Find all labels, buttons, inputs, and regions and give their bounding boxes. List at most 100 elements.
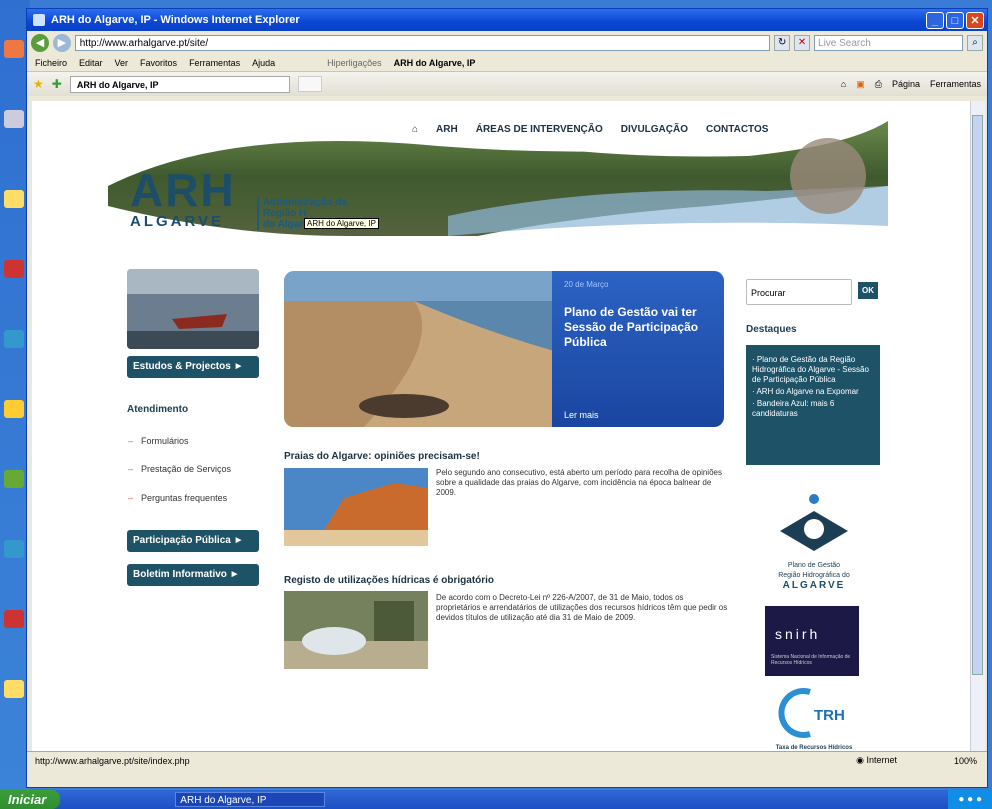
search-icon[interactable]: ⌕ bbox=[967, 35, 983, 51]
desktop-icon[interactable] bbox=[4, 470, 24, 488]
home-icon[interactable]: ⌂ bbox=[841, 79, 846, 90]
vertical-scrollbar[interactable] bbox=[970, 101, 985, 758]
destaque-item[interactable]: · Bandeira Azul: mais 6 candidaturas bbox=[752, 399, 874, 419]
logo-subtitle-line: Administração da bbox=[263, 197, 347, 208]
plano-text: Região Hidrográfica do bbox=[778, 572, 850, 579]
window-title: ARH do Algarve, IP - Windows Internet Ex… bbox=[51, 14, 300, 26]
menu-edit[interactable]: Editar bbox=[79, 58, 103, 68]
tools-menu[interactable]: Ferramentas bbox=[930, 79, 981, 90]
search-input[interactable]: Live Search bbox=[814, 35, 964, 51]
taskbar: Iniciar ARH do Algarve, IP ● ● ● bbox=[0, 790, 992, 809]
atendimento-item[interactable]: – Perguntas frequentes bbox=[128, 493, 227, 503]
system-tray: ● ● ● bbox=[948, 790, 992, 809]
read-more-link[interactable]: Ler mais bbox=[564, 410, 599, 420]
atendimento-item-label: Perguntas frequentes bbox=[141, 493, 228, 503]
atendimento-item[interactable]: – Prestação de Serviços bbox=[128, 464, 231, 474]
nav-divulgacao[interactable]: DIVULGAÇÃO bbox=[621, 124, 688, 135]
desktop-icon[interactable] bbox=[4, 110, 24, 128]
desktop: ARH do Algarve, IP - Windows Internet Ex… bbox=[0, 0, 992, 809]
menu-favorites[interactable]: Favoritos bbox=[140, 58, 177, 68]
participacao-publica-button[interactable]: Participação Pública ► bbox=[127, 530, 259, 552]
feature-date: 20 de Março bbox=[564, 280, 609, 289]
destaque-item[interactable]: · Plano de Gestão da Região Hidrográfica… bbox=[752, 355, 874, 385]
menu-bar: Ficheiro Editar Ver Favoritos Ferramenta… bbox=[27, 55, 987, 71]
desktop-icon[interactable] bbox=[4, 40, 24, 58]
desktop-icon[interactable] bbox=[4, 400, 24, 418]
atendimento-item[interactable]: – Formulários bbox=[128, 436, 189, 446]
maximize-button[interactable]: □ bbox=[946, 11, 964, 29]
menu-file[interactable]: Ficheiro bbox=[35, 58, 67, 68]
minimize-button[interactable]: _ bbox=[926, 11, 944, 29]
desktop-icon[interactable] bbox=[4, 680, 24, 698]
print-icon[interactable]: ⎙ bbox=[875, 79, 882, 90]
plano-gestao-icon bbox=[780, 494, 848, 551]
article-title[interactable]: Registo de utilizações hídricas é obriga… bbox=[284, 575, 494, 586]
title-bar[interactable]: ARH do Algarve, IP - Windows Internet Ex… bbox=[27, 9, 987, 31]
status-bar: http://www.arhalgarve.pt/site/index.php … bbox=[27, 751, 987, 769]
plano-text: Plano de Gestão bbox=[787, 562, 841, 569]
menu-help[interactable]: Ajuda bbox=[252, 58, 275, 68]
plano-algarve: ALGARVE bbox=[782, 580, 846, 591]
nav-arh[interactable]: ARH bbox=[436, 124, 458, 135]
new-tab-button[interactable] bbox=[297, 76, 322, 92]
home-icon[interactable]: ⌂ bbox=[412, 124, 418, 135]
desktop-icon[interactable] bbox=[4, 330, 24, 348]
logo-algarve: ALGARVE bbox=[130, 213, 225, 230]
search-field[interactable]: Procurar bbox=[746, 279, 852, 305]
plano-gestao-logo[interactable]: Plano de Gestão Região Hidrográfica do A… bbox=[770, 491, 858, 597]
links-label: Hiperligações bbox=[327, 58, 382, 68]
desktop-icon[interactable] bbox=[4, 540, 24, 558]
menu-view[interactable]: Ver bbox=[115, 58, 129, 68]
page-menu[interactable]: Página bbox=[892, 79, 920, 90]
stop-button[interactable]: ✕ bbox=[794, 35, 811, 51]
logo-arh: ARH bbox=[130, 164, 236, 216]
site-logo[interactable]: ARH ALGARVE bbox=[130, 167, 236, 230]
trh-title: TRH bbox=[814, 707, 845, 724]
address-bar[interactable]: http://www.arhalgarve.pt/site/ bbox=[74, 35, 771, 51]
snirh-title: snirh bbox=[775, 626, 821, 642]
links-item[interactable]: ARH do Algarve, IP bbox=[394, 58, 476, 68]
browser-window: ARH do Algarve, IP - Windows Internet Ex… bbox=[26, 8, 988, 788]
snirh-logo[interactable]: snirh Sistema Nacional de Informação de … bbox=[765, 606, 859, 676]
trh-logo[interactable]: TRH Taxa de Recursos Hídricos bbox=[770, 686, 858, 754]
estudos-photo[interactable] bbox=[127, 269, 259, 349]
feeds-icon[interactable]: ▣ bbox=[856, 79, 865, 90]
command-bar: ⌂ ▣ ⎙ Página Ferramentas bbox=[841, 79, 981, 90]
start-button[interactable]: Iniciar bbox=[0, 790, 61, 809]
article-photo[interactable] bbox=[284, 468, 428, 546]
feature-banner[interactable]: 20 de Março Plano de Gestão vai ter Sess… bbox=[284, 271, 724, 427]
refresh-button[interactable]: ↻ bbox=[774, 35, 791, 51]
menu-tools[interactable]: Ferramentas bbox=[189, 58, 240, 68]
zoom-level[interactable]: 100% bbox=[954, 756, 977, 766]
web-page: ⌂ ARH ÁREAS DE INTERVENÇÃO DIVULGAÇÃO CO… bbox=[32, 101, 972, 758]
nav-contactos[interactable]: CONTACTOS bbox=[706, 124, 768, 135]
forward-button[interactable]: ▶ bbox=[52, 34, 71, 52]
taskbar-item[interactable]: ARH do Algarve, IP bbox=[175, 792, 326, 807]
article-title[interactable]: Praias do Algarve: opiniões precisam-se! bbox=[284, 451, 480, 462]
scroll-thumb[interactable] bbox=[972, 115, 983, 675]
search-ok-button[interactable]: OK bbox=[858, 282, 878, 299]
browser-tab[interactable]: ARH do Algarve, IP bbox=[69, 75, 290, 93]
desktop-icon[interactable] bbox=[4, 190, 24, 208]
destaque-item[interactable]: · ARH do Algarve na Expomar bbox=[752, 387, 874, 397]
favorites-star-icon[interactable]: ★ bbox=[33, 77, 44, 91]
top-navigation: ⌂ ARH ÁREAS DE INTERVENÇÃO DIVULGAÇÃO CO… bbox=[412, 124, 768, 135]
window-controls: _ □ ✕ bbox=[926, 11, 984, 29]
globe-icon: ◉ bbox=[856, 755, 867, 765]
nav-areas[interactable]: ÁREAS DE INTERVENÇÃO bbox=[476, 124, 603, 135]
feature-title[interactable]: Plano de Gestão vai ter Sessão de Partic… bbox=[564, 305, 714, 350]
atendimento-heading: Atendimento bbox=[127, 404, 189, 415]
article-text: Pelo segundo ano consecutivo, está abert… bbox=[436, 468, 722, 497]
desktop-icon[interactable] bbox=[4, 260, 24, 278]
status-zone-label: Internet bbox=[866, 755, 897, 765]
snirh-subtitle: Sistema Nacional de Informação de Recurs… bbox=[771, 654, 851, 666]
article-photo[interactable] bbox=[284, 591, 428, 669]
desktop-icon[interactable] bbox=[4, 610, 24, 628]
back-button[interactable]: ◀ bbox=[31, 34, 49, 52]
close-button[interactable]: ✕ bbox=[966, 11, 984, 29]
boletim-informativo-button[interactable]: Boletim Informativo ► bbox=[127, 564, 259, 586]
add-favorites-icon[interactable]: ✚ bbox=[52, 77, 62, 91]
destaques-box: · Plano de Gestão da Região Hidrográfica… bbox=[746, 345, 880, 465]
estudos-projectos-button[interactable]: Estudos & Projectos ► bbox=[127, 356, 259, 378]
destaques-heading: Destaques bbox=[746, 324, 797, 335]
